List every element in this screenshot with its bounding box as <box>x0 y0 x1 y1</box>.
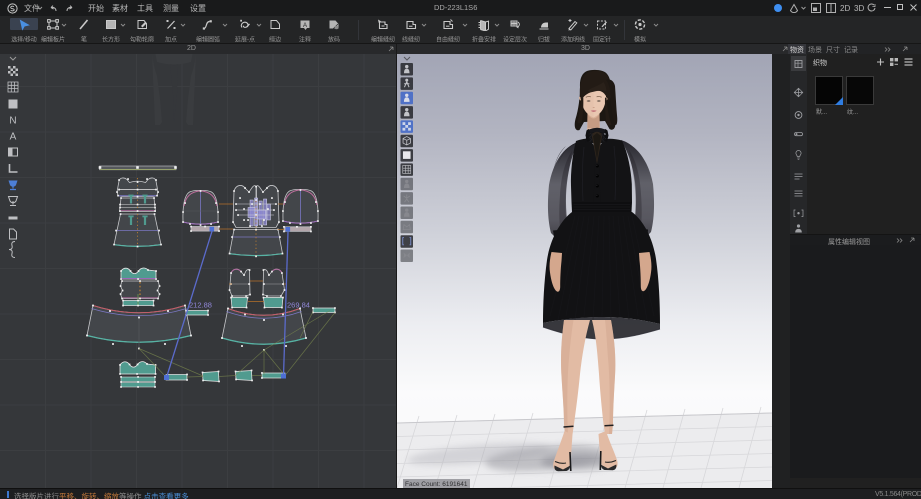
svg-text:A: A <box>10 132 17 143</box>
svg-text:A: A <box>303 23 307 29</box>
svg-text:212.88: 212.88 <box>189 301 212 310</box>
svg-text:N: N <box>9 116 16 127</box>
svg-text:269.84: 269.84 <box>287 301 310 310</box>
svg-text:3D: 3D <box>854 4 864 13</box>
svg-text:Face Count: 6191641: Face Count: 6191641 <box>405 481 468 488</box>
svg-text:2D: 2D <box>840 4 850 13</box>
